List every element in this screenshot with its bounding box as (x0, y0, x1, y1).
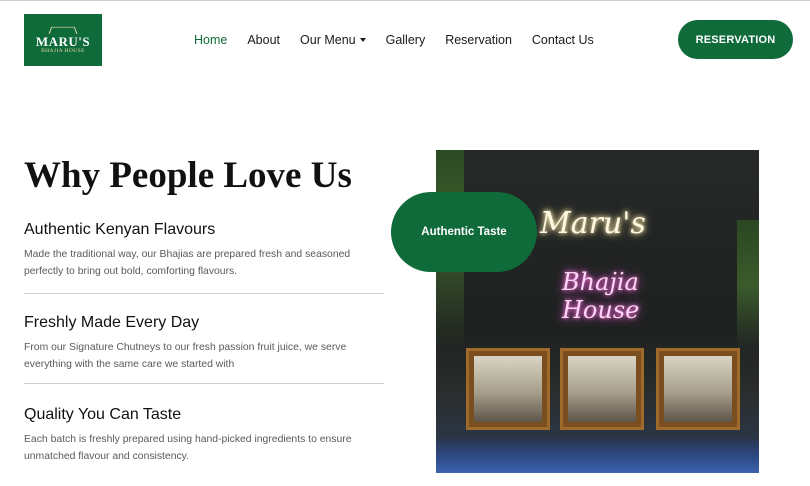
nav-contact-us[interactable]: Contact Us (532, 33, 594, 47)
neon-sign-marus: Maru's (540, 206, 646, 241)
picture-frame (656, 348, 740, 430)
feature-text: From our Signature Chutneys to our fresh… (24, 342, 347, 370)
feature-heading: Authentic Kenyan Flavours (24, 221, 216, 238)
section-title: Why People Love Us (24, 155, 352, 196)
divider (24, 293, 384, 294)
nav-about[interactable]: About (247, 33, 280, 47)
nav-our-menu-label: Our Menu (300, 33, 356, 47)
framed-photo (568, 356, 636, 422)
divider (24, 383, 384, 384)
feature-text: Made the traditional way, our Bhajias ar… (24, 249, 351, 277)
framed-photo (664, 356, 732, 422)
nav-home[interactable]: Home (194, 33, 227, 47)
plant-decoration (737, 220, 759, 350)
feature-item: Authentic Kenyan Flavours Made the tradi… (24, 220, 384, 280)
logo-name: MARU'S (35, 33, 91, 49)
picture-frame (560, 348, 644, 430)
feature-heading: Freshly Made Every Day (24, 314, 200, 331)
logo[interactable]: MARU'S BHAJIA HOUSE (24, 14, 102, 66)
feature-heading: Quality You Can Taste (24, 406, 182, 423)
logo-tagline: BHAJIA HOUSE (41, 47, 85, 54)
feature-item: Quality You Can Taste Each batch is fres… (24, 405, 384, 465)
logo-roof-icon (48, 26, 78, 34)
neon-line-1: Bhajia (562, 268, 639, 296)
authentic-taste-badge: Authentic Taste (391, 192, 537, 272)
picture-frame (466, 348, 550, 430)
floor-light (436, 439, 759, 473)
caret-down-icon (359, 38, 366, 42)
reservation-button[interactable]: RESERVATION (678, 20, 793, 59)
nav-reservation[interactable]: Reservation (445, 33, 512, 47)
main-nav: Home About Our Menu Gallery Reservation … (194, 32, 614, 48)
nav-our-menu[interactable]: Our Menu (300, 33, 366, 47)
nav-gallery[interactable]: Gallery (386, 33, 426, 47)
feature-text: Each batch is freshly prepared using han… (24, 434, 352, 462)
neon-sign-bhajia-house: Bhajia House (562, 268, 639, 324)
top-border (0, 0, 810, 1)
framed-photo (474, 356, 542, 422)
feature-item: Freshly Made Every Day From our Signatur… (24, 313, 384, 373)
neon-line-2: House (562, 296, 640, 324)
